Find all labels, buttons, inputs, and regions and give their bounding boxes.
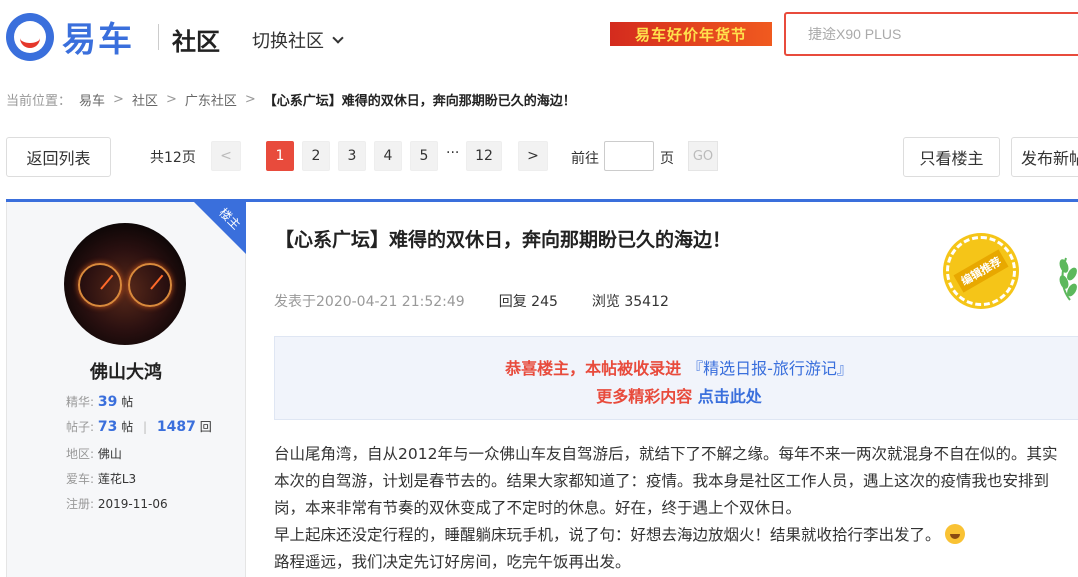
total-pages-label: 共12页 [150, 150, 196, 166]
stat-region-value: 佛山 [97, 447, 122, 461]
avatar-gauge-left [78, 263, 122, 307]
post-paragraph: 路程遥远，我们决定先订好房间，吃完午饭再出发。 [274, 553, 631, 571]
stat-divider: | [143, 420, 148, 434]
stat-posts-label: 帖子: [66, 420, 95, 434]
view-count: 35412 [624, 294, 669, 310]
back-to-list-button[interactable]: 返回列表 [6, 137, 111, 177]
switch-community-label: 切换社区 [252, 31, 324, 52]
breadcrumb-current: 【心系广坛】难得的双休日，奔向那期盼已久的海边！ [263, 94, 576, 109]
yiche-logo-icon [6, 12, 54, 61]
go-button[interactable]: GO [688, 141, 718, 171]
laurel-leaf-icon [1059, 257, 1077, 301]
search-box [784, 12, 1078, 56]
chevron-down-icon [332, 32, 344, 44]
only-op-button[interactable]: 只看楼主 [903, 137, 1000, 177]
avatar-gauge-right [128, 263, 172, 307]
goto-page-input[interactable] [604, 141, 654, 171]
seal-text: 编辑推荐 [953, 249, 1009, 293]
post-paragraph: 本次的自驾游，计划是春节去的。结果大家都知道了：疫情。我本身是社区工作人员，遇上… [274, 472, 1050, 490]
featured-notice: 恭喜楼主，本帖被收录进 『精选日报-旅行游记』 更多精彩内容 点击此处 [274, 336, 1078, 420]
post-paragraph: 岗，本来非常有节奏的双休变成了不定时的休息。好在，终于遇上个双休日。 [274, 499, 802, 517]
goto-label: 前往 [571, 151, 599, 167]
notice-text1: 恭喜楼主，本帖被收录进 [505, 359, 682, 378]
promo-banner[interactable]: 易车好价年货节 [610, 22, 772, 46]
notice-text2: 更多精彩内容 [596, 387, 693, 406]
post-paragraph-text: 早上起床还没定行程的，睡醒躺床玩手机，说了句：好想去海边放烟火！结果就收拾行李出… [274, 526, 941, 544]
author-name[interactable]: 佛山大鸿 [6, 358, 246, 384]
breadcrumb-prefix: 当前位置： [6, 94, 72, 109]
new-post-button[interactable]: 发布新帖 [1011, 137, 1078, 177]
op-ribbon: 楼主 [194, 202, 246, 254]
stat-replies-count[interactable]: 1487 [157, 419, 196, 435]
stat-register-label: 注册: [66, 497, 95, 511]
stat-posts-unit: 帖 [121, 420, 134, 434]
reply-count: 245 [531, 294, 558, 310]
stat-car-value[interactable]: 莲花L3 [98, 472, 136, 486]
stat-jinghua-label: 精华: [66, 395, 95, 409]
pagination-ellipsis: ··· [446, 145, 460, 161]
logo-text: 易车 [62, 20, 134, 60]
featured-column-link[interactable]: 『精选日报-旅行游记』 [687, 359, 853, 378]
breadcrumb-item-community[interactable]: 社区 [132, 90, 158, 109]
stat-posts-count[interactable]: 73 [98, 419, 117, 435]
breadcrumb: 当前位置： 易车 > 社区 > 广东社区 > 【心系广坛】难得的双休日，奔向那期… [6, 90, 576, 109]
laughing-emoji-icon [944, 524, 965, 544]
breadcrumb-separator: > [244, 92, 256, 107]
page-button-2[interactable]: 2 [302, 141, 330, 171]
page-unit-label: 页 [660, 151, 674, 167]
op-ribbon-label: 楼主 [216, 205, 244, 233]
post-replies: 回复 245 [499, 291, 558, 311]
breadcrumb-separator: > [165, 92, 177, 107]
stat-register-value: 2019-11-06 [97, 497, 168, 511]
view-label: 浏览 [591, 294, 620, 310]
site-header: 易车 社区 切换社区 易车好价年货节 [0, 0, 1078, 78]
stat-register: 注册: 2019-11-06 [66, 495, 168, 512]
page-button-5[interactable]: 5 [410, 141, 438, 171]
post-views: 浏览 35412 [592, 291, 669, 311]
notice-line2: 更多精彩内容 点击此处 [275, 383, 1078, 407]
editor-pick-seal-icon: 编辑推荐 [946, 236, 1016, 306]
breadcrumb-item-yiche[interactable]: 易车 [79, 90, 105, 109]
post-paragraph: 台山尾角湾，自从2012年与一众佛山车友自驾游后，就结下了不解之缘。每年不来一两… [274, 445, 1058, 463]
header-divider [158, 24, 159, 50]
stat-jinghua: 精华: 39 帖 [66, 393, 133, 410]
stat-replies-unit: 回 [199, 420, 212, 434]
avatar[interactable] [64, 223, 186, 345]
notice-line1: 恭喜楼主，本帖被收录进 『精选日报-旅行游记』 [275, 355, 1078, 379]
next-page-button[interactable]: > [518, 141, 548, 171]
post-meta: 发表于2020-04-21 21:52:49 回复 245 浏览 35412 [274, 291, 669, 311]
page-button-3[interactable]: 3 [338, 141, 366, 171]
page-button-4[interactable]: 4 [374, 141, 402, 171]
stat-region-label: 地区: [66, 447, 95, 461]
post-date: 发表于2020-04-21 21:52:49 [274, 294, 465, 310]
post-title: 【心系广坛】难得的双休日，奔向那期盼已久的海边！ [275, 229, 732, 251]
search-input[interactable] [786, 14, 1078, 54]
community-title[interactable]: 社区 [172, 22, 220, 57]
stat-car-label: 爱车: [66, 472, 95, 486]
prev-page-button[interactable]: < [211, 141, 241, 171]
post-paragraph: 早上起床还没定行程的，睡醒躺床玩手机，说了句：好想去海边放烟火！结果就收拾行李出… [274, 522, 1078, 549]
breadcrumb-separator: > [113, 92, 124, 107]
switch-community-dropdown[interactable]: 切换社区 [252, 27, 344, 53]
stat-jinghua-unit: 帖 [121, 395, 134, 409]
reply-label: 回复 [498, 294, 527, 310]
breadcrumb-item-guangdong[interactable]: 广东社区 [185, 90, 237, 109]
stat-jinghua-count[interactable]: 39 [98, 394, 117, 410]
post-body: 台山尾角湾，自从2012年与一众佛山车友自驾游后，就结下了不解之缘。每年不来一两… [274, 441, 1078, 576]
stat-region: 地区: 佛山 [66, 445, 122, 462]
page-button-1[interactable]: 1 [266, 141, 294, 171]
site-logo[interactable]: 易车 [6, 12, 134, 61]
click-here-link[interactable]: 点击此处 [698, 387, 762, 406]
page-button-12[interactable]: 12 [466, 141, 502, 171]
stat-posts: 帖子: 73 帖 | 1487 回 [66, 418, 212, 435]
stat-car: 爱车: 莲花L3 [66, 470, 136, 487]
